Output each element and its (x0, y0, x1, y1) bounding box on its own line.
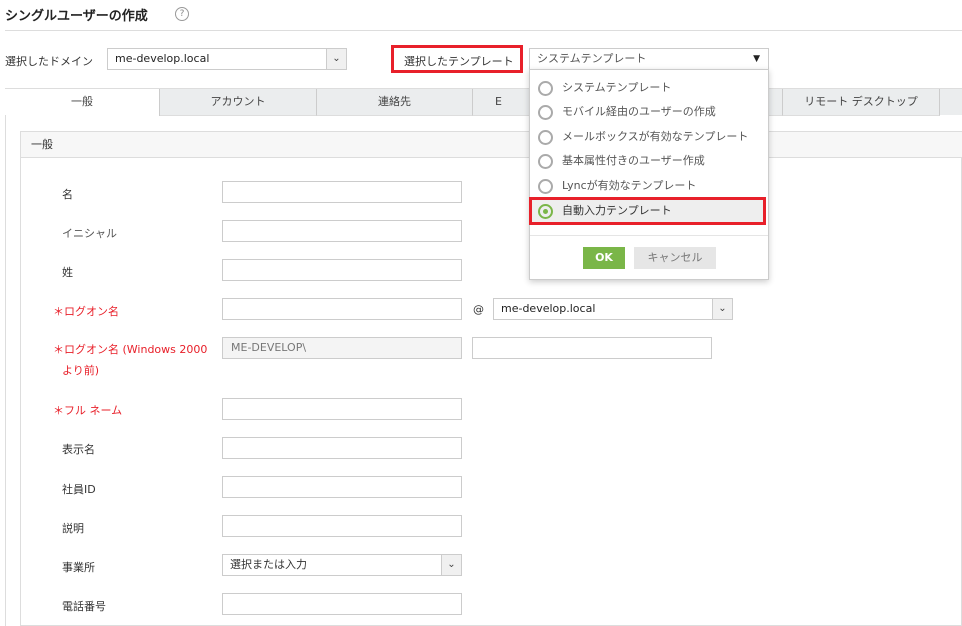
logon-pre2000-input[interactable] (472, 337, 712, 359)
page-title: シングルユーザーの作成 (5, 9, 148, 24)
logon-name-label: ＊ログオン名 (53, 305, 119, 318)
chevron-down-icon: ⌄ (712, 299, 732, 319)
template-dropdown: システムテンプレート モバイル経由のユーザーの作成 メールボックスが有効なテンプ… (529, 69, 769, 280)
ok-button[interactable]: OK (583, 247, 625, 269)
template-value: システムテンプレート (537, 52, 647, 65)
office-placeholder: 選択または入力 (230, 558, 307, 571)
office-label: 事業所 (62, 561, 95, 574)
display-name-input[interactable] (222, 437, 462, 459)
employee-id-input[interactable] (222, 476, 462, 498)
option-label: Lyncが有効なテンプレート (562, 179, 697, 192)
tab-remote-desktop[interactable]: リモート デスクトップ (783, 89, 940, 116)
full-name-input[interactable] (222, 398, 462, 420)
tab-general[interactable]: 一般 (5, 89, 160, 116)
logon-domain-select[interactable]: me-develop.local ⌄ (493, 298, 733, 320)
at-sign: @ (473, 303, 484, 316)
radio-icon (538, 129, 553, 145)
full-name-label: ＊フル ネーム (53, 404, 123, 417)
initials-label: イニシャル (62, 227, 117, 240)
template-option[interactable]: 基本属性付きのユーザー作成 (538, 149, 705, 173)
logon-pre2000-label: ＊ログオン名 (Windows 2000 (53, 343, 208, 356)
logon-name-input[interactable] (222, 298, 462, 320)
domain-value: me-develop.local (115, 52, 210, 65)
first-name-label: 名 (62, 188, 73, 201)
general-section (20, 131, 962, 626)
radio-icon (538, 178, 553, 194)
chevron-down-icon: ⌄ (441, 555, 461, 575)
cancel-button[interactable]: キャンセル (634, 247, 716, 269)
radio-icon (538, 80, 553, 96)
option-label: メールボックスが有効なテンプレート (562, 130, 749, 143)
initials-input[interactable] (222, 220, 462, 242)
logon-pre2000-label-line2: より前) (62, 364, 100, 377)
option-label: システムテンプレート (562, 81, 672, 94)
office-select[interactable]: 選択または入力 ⌄ (222, 554, 462, 576)
tab-bar: 一般 アカウント 連絡先 E リモート デスクトップ (5, 88, 962, 116)
description-input[interactable] (222, 515, 462, 537)
logon-domain-value: me-develop.local (501, 302, 596, 315)
phone-input[interactable] (222, 593, 462, 615)
last-name-input[interactable] (222, 259, 462, 281)
caret-down-icon: ▼ (753, 54, 760, 64)
template-select[interactable]: システムテンプレート ▼ (529, 48, 769, 70)
display-name-label: 表示名 (62, 443, 95, 456)
description-label: 説明 (62, 522, 84, 535)
tab-account[interactable]: アカウント (160, 89, 317, 116)
template-label: 選択したテンプレート (404, 55, 514, 68)
domain-label: 選択したドメイン (5, 55, 93, 68)
template-option[interactable]: モバイル経由のユーザーの作成 (538, 100, 716, 124)
first-name-input[interactable] (222, 181, 462, 203)
template-option[interactable]: システムテンプレート (538, 76, 671, 100)
option-label: 自動入力テンプレート (562, 204, 672, 217)
template-option[interactable]: Lyncが有効なテンプレート (538, 174, 696, 198)
template-option[interactable]: メールボックスが有効なテンプレート (538, 125, 748, 149)
template-option-selected[interactable]: 自動入力テンプレート (538, 199, 672, 223)
option-label: 基本属性付きのユーザー作成 (562, 154, 705, 167)
radio-icon (538, 104, 553, 120)
tab-contact[interactable]: 連絡先 (317, 89, 473, 116)
divider (5, 30, 962, 31)
section-title: 一般 (21, 132, 962, 158)
divider (530, 235, 768, 236)
chevron-down-icon: ⌄ (326, 49, 346, 69)
phone-label: 電話番号 (62, 600, 106, 613)
employee-id-label: 社員ID (62, 483, 96, 496)
help-icon[interactable]: ? (175, 7, 189, 21)
last-name-label: 姓 (62, 266, 73, 279)
radio-icon (538, 153, 553, 169)
option-label: モバイル経由のユーザーの作成 (562, 105, 716, 118)
domain-select[interactable]: me-develop.local ⌄ (107, 48, 347, 70)
logon-pre2000-prefix: ME-DEVELOP\ (222, 337, 462, 359)
radio-checked-icon (538, 203, 553, 219)
